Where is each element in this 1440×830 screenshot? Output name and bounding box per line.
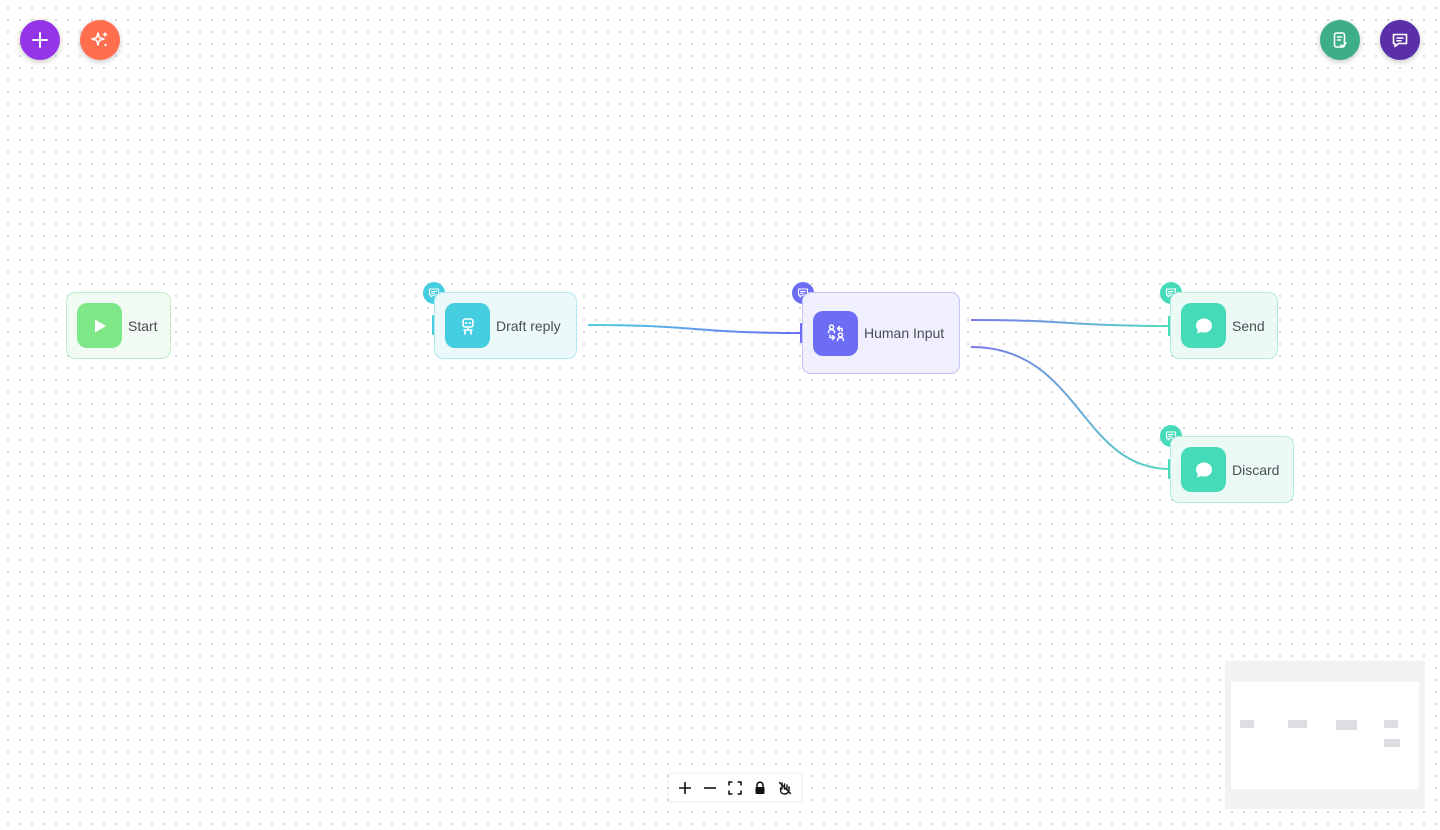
ai-assistant-button[interactable] [80,20,120,60]
plus-icon [32,32,48,48]
minimap[interactable] [1225,661,1425,809]
minus-icon [703,786,716,789]
lock-button[interactable] [749,777,771,799]
minimap-node-send [1384,720,1398,728]
minimap-node-human [1336,720,1357,730]
minimap-node-discard [1384,739,1400,747]
clipboard-check-icon [1333,32,1347,48]
draft-node-icon [445,303,490,348]
lock-icon [755,780,765,794]
human-node-icon [813,310,858,356]
node-discard-label: Discard [1232,461,1280,478]
node-human-input-label: Human Input [864,325,945,341]
fit-view-icon [728,780,742,795]
node-start-label: Start [128,317,158,334]
edges-layer [182,319,1171,470]
play-icon [94,319,106,332]
start-node-icon [77,303,122,348]
message-bubble-icon [1195,318,1212,333]
canvas-controls [669,774,801,801]
workflow-canvas[interactable]: Start Draft reply Human Input Send Disca… [0,0,1440,830]
add-node-button[interactable] [20,20,60,60]
node-start[interactable]: Start [66,292,171,359]
interaction-mode-button[interactable] [774,777,796,799]
node-draft-reply[interactable]: Draft reply [434,292,577,359]
fit-view-button[interactable] [724,777,746,799]
edge-human-send[interactable] [970,319,1171,327]
chat-button[interactable] [1380,20,1420,60]
node-send-label: Send [1232,317,1265,334]
send-node-icon [1181,303,1226,348]
zoom-in-button[interactable] [674,777,696,799]
edge-draft-human[interactable] [587,324,803,334]
plus-icon [678,781,691,794]
pointer-icon [779,781,792,795]
discard-node-icon [1181,447,1226,492]
message-bubble-icon [1195,462,1212,477]
sparkles-icon [91,32,108,47]
robot-icon [461,317,474,335]
minimap-node-start [1240,720,1254,728]
chat-icon [1392,33,1408,48]
minimap-viewport[interactable] [1231,682,1419,789]
minimap-node-draft [1288,720,1307,728]
node-human-input[interactable]: Human Input [802,292,960,374]
human-swap-icon [827,324,844,342]
zoom-out-button[interactable] [699,777,721,799]
checklist-button[interactable] [1320,20,1360,60]
node-discard[interactable]: Discard [1170,436,1294,503]
node-send[interactable]: Send [1170,292,1278,359]
node-draft-reply-label: Draft reply [496,317,561,334]
edge-human-discard[interactable] [970,346,1171,470]
